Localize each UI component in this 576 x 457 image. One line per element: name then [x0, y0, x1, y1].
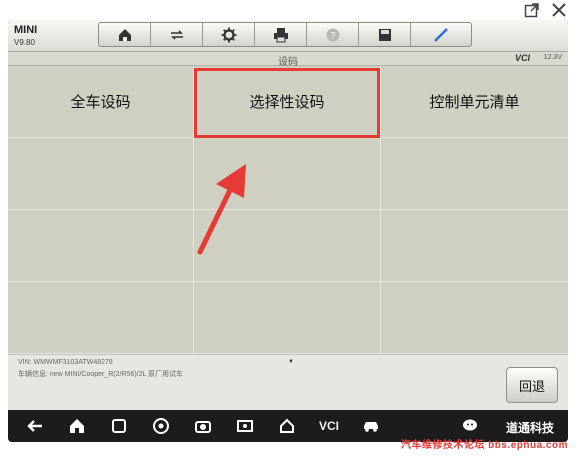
nav-home-button[interactable] [56, 410, 98, 442]
status-bar: 设码 VCI 12.3V [8, 52, 568, 68]
browser-icon [153, 418, 169, 434]
home-icon [118, 28, 131, 41]
nav-vci-button[interactable]: VCI [308, 410, 350, 442]
pointer-arrow-icon [197, 164, 246, 255]
menu-empty-cell [8, 138, 194, 210]
nav-recent-button[interactable] [98, 410, 140, 442]
camera-icon [195, 421, 211, 433]
close-icon[interactable] [550, 1, 568, 19]
menu-empty-cell [381, 138, 568, 210]
menu-item-control-unit-list[interactable]: 控制单元清单 [381, 66, 568, 138]
home-icon [70, 419, 84, 433]
menu-empty-cell [381, 282, 568, 354]
car-info-text: 车辆信息: new MINI/Cooper_R(2/R56)/2L 原厂用试车 [18, 371, 184, 378]
back-arrow-icon [27, 420, 42, 432]
menu-empty-cell [8, 282, 194, 354]
car-name: MINI [14, 24, 38, 36]
vin-text: VIN: WMWMF3103ATW48278 [18, 359, 113, 366]
pen-icon [434, 27, 448, 42]
menu-item-selective-coding[interactable]: 选择性设码 [194, 66, 381, 138]
menu-empty-cell [381, 210, 568, 282]
recent-apps-icon [112, 419, 126, 433]
menu-empty-cell [8, 210, 194, 282]
nav-display-button[interactable] [224, 410, 266, 442]
page-indicator: ▼ [288, 359, 294, 365]
print-icon [273, 27, 288, 42]
open-external-icon[interactable] [524, 2, 540, 18]
help-button[interactable]: ? [307, 23, 359, 46]
settings-icon [221, 27, 236, 42]
nav-camera-button[interactable] [182, 410, 224, 442]
nav-vehicle-button[interactable] [350, 410, 392, 442]
menu-item-full-coding[interactable]: 全车设码 [8, 66, 194, 138]
save-icon [378, 28, 391, 41]
save-button[interactable] [359, 23, 411, 46]
svg-text:?: ? [330, 30, 335, 40]
wechat-icon [463, 419, 477, 431]
nav-back-button[interactable] [14, 410, 56, 442]
nav-browser-button[interactable] [140, 410, 182, 442]
brand-label: 道通科技 [505, 421, 554, 435]
function-menu: 全车设码 选择性设码 控制单元清单 [8, 66, 568, 354]
display-icon [237, 420, 253, 432]
top-toolbar: MINI V9.80 ? [8, 20, 568, 52]
diagnostic-device: MINI V9.80 ? 设码 VCI 12.3V 全车设码 选择性设码 控制单… [8, 20, 568, 442]
print-button[interactable] [255, 23, 307, 46]
tool-buttons: ? [98, 22, 472, 47]
vehicle-swap-button[interactable] [151, 23, 203, 46]
settings-button[interactable] [203, 23, 255, 46]
menu-empty-cell [194, 282, 381, 354]
help-icon: ? [326, 28, 339, 41]
pen-button[interactable] [411, 23, 471, 46]
vci-indicator: VCI [514, 53, 530, 63]
back-button[interactable]: 回退 [506, 367, 558, 403]
vehicle-info-bar: VIN: WMWMF3103ATW48278 ▼ 车辆信息: new MINI/… [8, 354, 568, 410]
watermark-text: 汽车维修技术论坛 bbs.ephua.com [400, 440, 568, 451]
house-icon [280, 418, 294, 433]
software-version: V9.80 [14, 38, 35, 47]
vehicle-swap-icon [170, 29, 183, 40]
car-icon [364, 422, 378, 432]
battery-voltage: 12.3V [543, 54, 562, 61]
home-button[interactable] [99, 23, 151, 46]
nav-home-house-button[interactable] [266, 410, 308, 442]
